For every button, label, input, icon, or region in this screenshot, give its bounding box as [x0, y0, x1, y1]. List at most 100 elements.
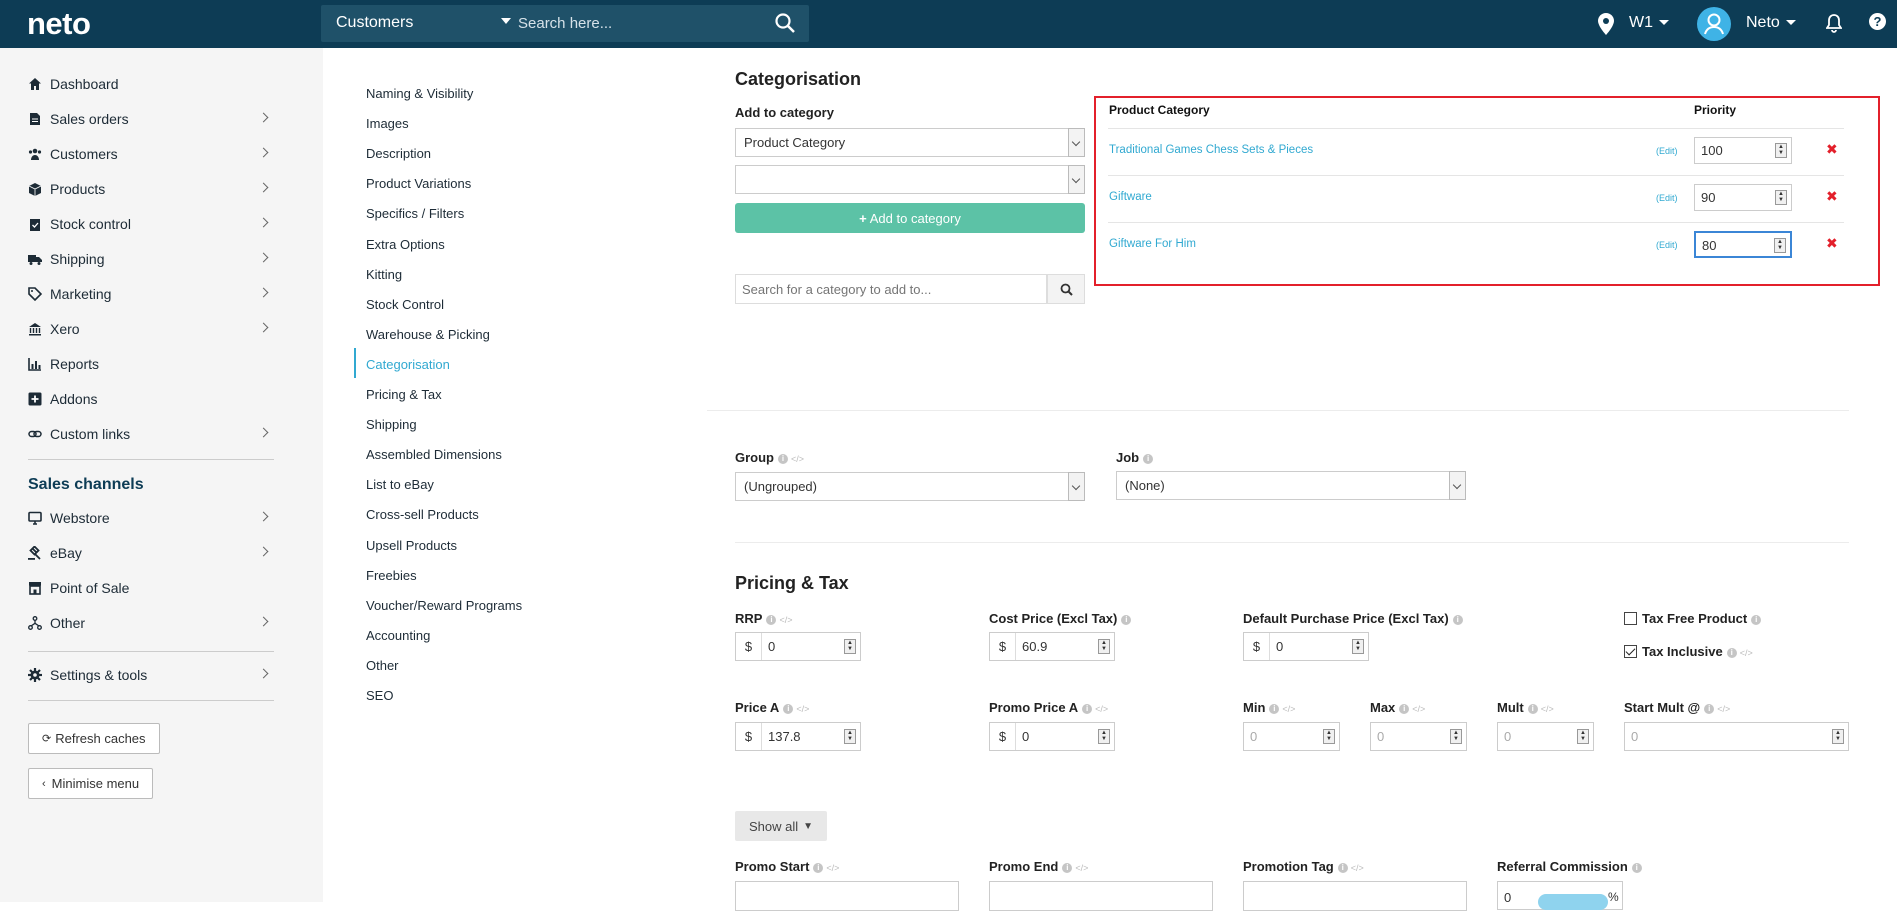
info-icon[interactable]: i [766, 614, 777, 625]
subcategory-select[interactable] [735, 165, 1085, 194]
subnav-item-images[interactable]: Images [366, 116, 409, 131]
start-mult-input[interactable]: 0 ▲ ▼ [1624, 722, 1849, 751]
info-icon[interactable]: i [1704, 703, 1715, 714]
search-scope-select[interactable]: Customers [336, 14, 413, 32]
promo-end-input[interactable] [989, 881, 1213, 911]
info-icon[interactable]: i [783, 703, 794, 714]
subnav-item-product-variations[interactable]: Product Variations [366, 176, 471, 191]
sidebar-item-point-of-sale[interactable]: Point of Sale [28, 576, 274, 600]
stepper-icon[interactable]: ▲ ▼ [1775, 143, 1787, 158]
location-menu[interactable]: W1 [1629, 14, 1669, 32]
info-icon[interactable]: i [1121, 614, 1132, 625]
code-icon[interactable]: </> [1351, 863, 1364, 873]
info-icon[interactable]: i [1399, 703, 1410, 714]
subnav-item-freebies[interactable]: Freebies [366, 568, 417, 583]
group-select[interactable]: (Ungrouped) [735, 472, 1085, 501]
sidebar-item-shipping[interactable]: Shipping [28, 247, 274, 271]
sidebar-item-reports[interactable]: Reports [28, 352, 274, 376]
priority-input[interactable]: 100 ▲ ▼ [1694, 137, 1792, 164]
remove-category-icon[interactable]: ✖ [1826, 188, 1838, 205]
sidebar-item-custom-links[interactable]: Custom links [28, 422, 274, 446]
subnav-item-cross-sell-products[interactable]: Cross-sell Products [366, 507, 479, 522]
category-link[interactable]: Giftware [1109, 191, 1152, 203]
promo-price-input[interactable]: $0 ▲ ▼ [989, 722, 1115, 751]
code-icon[interactable]: </> [1095, 704, 1108, 714]
code-icon[interactable]: </> [826, 863, 839, 873]
sidebar-item-customers[interactable]: Customers [28, 142, 274, 166]
code-icon[interactable]: </> [1717, 704, 1730, 714]
code-icon[interactable]: </> [796, 704, 809, 714]
info-icon[interactable]: i [1062, 862, 1073, 873]
promo-start-input[interactable] [735, 881, 959, 911]
sidebar-item-products[interactable]: Products [28, 177, 274, 201]
info-icon[interactable]: i [1082, 703, 1093, 714]
sidebar-item-sales-orders[interactable]: Sales orders [28, 107, 274, 131]
info-icon[interactable]: i [1269, 703, 1280, 714]
edit-category-link[interactable]: (Edit) [1656, 193, 1678, 203]
subnav-item-accounting[interactable]: Accounting [366, 628, 430, 643]
subnav-item-pricing-tax[interactable]: Pricing & Tax [366, 387, 442, 402]
code-icon[interactable]: </> [1740, 648, 1753, 658]
search-icon[interactable] [774, 12, 796, 34]
stepper-icon[interactable]: ▲ ▼ [1098, 639, 1110, 654]
sidebar-item-marketing[interactable]: Marketing [28, 282, 274, 306]
category-select[interactable]: Product Category [735, 128, 1085, 157]
subnav-item-categorisation[interactable]: Categorisation [366, 357, 450, 372]
subnav-item-naming-visibility[interactable]: Naming & Visibility [366, 86, 473, 101]
info-icon[interactable]: i [1337, 862, 1348, 873]
subnav-item-description[interactable]: Description [366, 146, 431, 161]
subnav-item-stock-control[interactable]: Stock Control [366, 297, 444, 312]
subnav-item-specifics-filters[interactable]: Specifics / Filters [366, 206, 464, 221]
sidebar-item-stock-control[interactable]: Stock control [28, 212, 274, 236]
edit-category-link[interactable]: (Edit) [1656, 240, 1678, 250]
stepper-icon[interactable]: ▲ ▼ [1450, 729, 1462, 744]
sidebar-item-addons[interactable]: Addons [28, 387, 274, 411]
sidebar-item-settings[interactable]: Settings & tools [28, 663, 274, 687]
sidebar-item-webstore[interactable]: Webstore [28, 506, 274, 530]
subnav-item-seo[interactable]: SEO [366, 688, 393, 703]
bell-icon[interactable] [1826, 14, 1842, 33]
tax-free-checkbox[interactable] [1624, 612, 1637, 625]
code-icon[interactable]: </> [791, 454, 804, 464]
code-icon[interactable]: </> [1075, 863, 1088, 873]
info-icon[interactable]: i [1751, 614, 1762, 625]
code-icon[interactable]: </> [1282, 704, 1295, 714]
stepper-icon[interactable]: ▲ ▼ [1352, 639, 1364, 654]
rrp-input[interactable]: $0 ▲ ▼ [735, 632, 861, 661]
remove-category-icon[interactable]: ✖ [1826, 235, 1838, 252]
edit-category-link[interactable]: (Edit) [1656, 146, 1678, 156]
stepper-icon[interactable]: ▲ ▼ [844, 639, 856, 654]
max-input[interactable]: 0 ▲ ▼ [1370, 722, 1467, 751]
default-purchase-price-input[interactable]: $0 ▲ ▼ [1243, 632, 1369, 661]
remove-category-icon[interactable]: ✖ [1826, 141, 1838, 158]
info-icon[interactable]: i [778, 453, 788, 464]
stepper-icon[interactable]: ▲ ▼ [844, 729, 856, 744]
promotion-tag-input[interactable] [1243, 881, 1467, 911]
info-icon[interactable]: i [813, 862, 824, 873]
code-icon[interactable]: </> [1412, 704, 1425, 714]
tax-inclusive-checkbox[interactable] [1624, 645, 1637, 658]
referral-commission-input[interactable]: 0% [1497, 881, 1623, 910]
subnav-item-warehouse-picking[interactable]: Warehouse & Picking [366, 327, 490, 342]
user-menu[interactable]: Neto [1746, 14, 1796, 32]
chevron-down-icon[interactable] [501, 18, 511, 24]
help-icon[interactable]: ? [1869, 13, 1886, 30]
category-search-button[interactable] [1047, 274, 1085, 304]
category-link[interactable]: Giftware For Him [1109, 238, 1196, 250]
sidebar-item-other[interactable]: Other [28, 611, 274, 635]
sidebar-item-ebay[interactable]: eBay [28, 541, 274, 565]
cost-price-input[interactable]: $60.9 ▲ ▼ [989, 632, 1115, 661]
subnav-item-extra-options[interactable]: Extra Options [366, 237, 445, 252]
code-icon[interactable]: </> [1541, 704, 1554, 714]
stepper-icon[interactable]: ▲ ▼ [1577, 729, 1589, 744]
priority-input[interactable]: 90 ▲ ▼ [1694, 184, 1792, 211]
info-icon[interactable]: i [1452, 614, 1463, 625]
stepper-icon[interactable]: ▲ ▼ [1323, 729, 1335, 744]
neto-logo[interactable]: neto [27, 6, 91, 42]
stepper-icon[interactable]: ▲ ▼ [1774, 238, 1786, 253]
info-icon[interactable]: i [1726, 647, 1737, 658]
mult-input[interactable]: 0 ▲ ▼ [1497, 722, 1594, 751]
sidebar-item-dashboard[interactable]: Dashboard [28, 72, 274, 96]
subnav-item-kitting[interactable]: Kitting [366, 267, 402, 282]
show-all-button[interactable]: Show all ▼ [735, 811, 827, 841]
